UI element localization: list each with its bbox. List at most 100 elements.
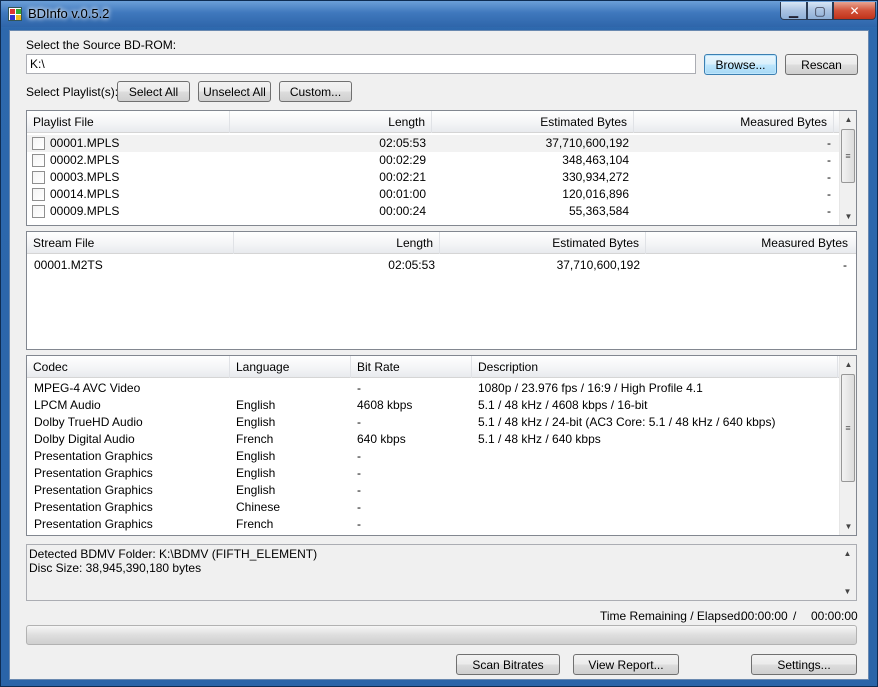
column-header-estimated-bytes[interactable]: Estimated Bytes [432,111,634,133]
playlist-row[interactable]: 00001.MPLS 02:05:53 37,710,600,192 - [27,135,840,152]
playlists-label: Select Playlist(s): [26,85,119,99]
main-form: Select the Source BD-ROM: K:\ Browse... … [9,30,869,680]
playlist-file: 00002.MPLS [50,153,120,167]
codec-row[interactable]: Presentation Graphics English - [27,482,840,499]
stream-list[interactable]: Stream File Length Estimated Bytes Measu… [26,231,857,350]
codec-bitrate: - [357,517,361,531]
scroll-down-arrow-icon[interactable]: ▼ [839,583,856,600]
stream-length: 02:05:53 [388,258,435,272]
scroll-up-arrow-icon[interactable]: ▲ [840,111,856,128]
rescan-button[interactable]: Rescan [785,54,858,75]
codec-language: Chinese [236,500,281,514]
playlist-length: 00:02:29 [379,153,426,167]
codec-row[interactable]: Presentation Graphics English - [27,465,840,482]
window-title: BDInfo v.0.5.2 [28,6,110,21]
playlist-length: 00:01:00 [379,187,426,201]
codec-scrollbar[interactable]: ▲ ≡ ▼ [839,356,856,535]
column-header-language[interactable]: Language [230,356,351,378]
column-header-playlist-file[interactable]: Playlist File [27,111,230,133]
stream-estimated: 37,710,600,192 [556,258,640,272]
playlist-measured: - [827,136,831,150]
title-bar[interactable]: BDInfo v.0.5.2 ▁ ▢ ✕ [1,1,877,27]
codec-row[interactable]: Presentation Graphics English - [27,448,840,465]
disc-size-text: Disc Size: 38,945,390,180 bytes [29,561,202,575]
codec-description: 5.1 / 48 kHz / 4608 kbps / 16-bit [478,398,648,412]
column-header-bit-rate[interactable]: Bit Rate [351,356,472,378]
settings-button[interactable]: Settings... [751,654,857,675]
column-header-description[interactable]: Description [472,356,838,378]
playlist-scrollbar[interactable]: ▲ ≡ ▼ [839,111,856,225]
stream-row[interactable]: 00001.M2TS 02:05:53 37,710,600,192 - [27,257,856,274]
scroll-up-arrow-icon[interactable]: ▲ [840,356,856,373]
view-report-button[interactable]: View Report... [573,654,679,675]
scroll-thumb[interactable]: ≡ [841,374,855,482]
source-label: Select the Source BD-ROM: [26,38,177,52]
codec-name: Presentation Graphics [34,449,153,463]
codec-list[interactable]: Codec Language Bit Rate Description MPEG… [26,355,857,536]
codec-row[interactable]: LPCM Audio English 4608 kbps 5.1 / 48 kH… [27,397,840,414]
playlist-file: 00003.MPLS [50,170,120,184]
minimize-button[interactable]: ▁ [780,2,807,20]
column-header-estimated-bytes[interactable]: Estimated Bytes [440,232,646,254]
scroll-down-arrow-icon[interactable]: ▼ [840,518,856,535]
playlist-row[interactable]: 00014.MPLS 00:01:00 120,016,896 - [27,186,840,203]
scroll-up-arrow-icon[interactable]: ▲ [839,545,856,562]
codec-language: French [236,432,274,446]
playlist-list[interactable]: Playlist File Length Estimated Bytes Mea… [26,110,857,226]
codec-row[interactable]: Presentation Graphics French - [27,516,840,533]
codec-bitrate: - [357,381,361,395]
column-header-measured-bytes[interactable]: Measured Bytes [646,232,854,254]
maximize-button[interactable]: ▢ [807,2,833,20]
codec-name: Presentation Graphics [34,466,153,480]
playlist-checkbox[interactable] [32,171,45,184]
scroll-down-arrow-icon[interactable]: ▼ [840,208,856,225]
column-header-codec[interactable]: Codec [27,356,230,378]
playlist-estimated: 348,463,104 [562,153,629,167]
codec-row[interactable]: Presentation Graphics Chinese - [27,499,840,516]
codec-row[interactable]: MPEG-4 AVC Video - 1080p / 23.976 fps / … [27,380,840,397]
time-elapsed: 00:00:00 [811,609,858,623]
unselect-all-button[interactable]: Unselect All [198,81,271,102]
info-textbox[interactable]: Detected BDMV Folder: K:\BDMV (FIFTH_ELE… [26,544,857,601]
playlist-measured: - [827,153,831,167]
playlist-checkbox[interactable] [32,188,45,201]
playlist-measured: - [827,187,831,201]
codec-description: 1080p / 23.976 fps / 16:9 / High Profile… [478,381,703,395]
codec-name: Dolby Digital Audio [34,432,135,446]
playlist-file: 00009.MPLS [50,204,120,218]
column-header-length[interactable]: Length [230,111,432,133]
playlist-estimated: 120,016,896 [562,187,629,201]
codec-language: English [236,483,276,497]
playlist-row[interactable]: 00003.MPLS 00:02:21 330,934,272 - [27,169,840,186]
codec-row[interactable]: Dolby Digital Audio French 640 kbps 5.1 … [27,431,840,448]
select-all-button[interactable]: Select All [117,81,190,102]
column-header-length[interactable]: Length [234,232,440,254]
time-label: Time Remaining / Elapsed: [600,609,744,623]
bdinfo-window: BDInfo v.0.5.2 ▁ ▢ ✕ Select the Source B… [0,0,878,687]
playlist-estimated: 37,710,600,192 [545,136,629,150]
close-button[interactable]: ✕ [833,2,876,20]
codec-language: English [236,415,276,429]
codec-row[interactable]: Dolby TrueHD Audio English - 5.1 / 48 kH… [27,414,840,431]
browse-button[interactable]: Browse... [704,54,777,75]
codec-language: English [236,398,276,412]
playlist-row[interactable]: 00009.MPLS 00:00:24 55,363,584 - [27,203,840,220]
codec-description: 5.1 / 48 kHz / 24-bit (AC3 Core: 5.1 / 4… [478,415,776,429]
playlist-length: 00:00:24 [379,204,426,218]
codec-language: English [236,449,276,463]
playlist-checkbox[interactable] [32,154,45,167]
playlist-row[interactable]: 00002.MPLS 00:02:29 348,463,104 - [27,152,840,169]
playlist-checkbox[interactable] [32,137,45,150]
scan-progress-bar [26,625,857,645]
codec-header: Codec Language Bit Rate Description [27,356,840,378]
info-scrollbar[interactable]: ▲ ▼ [839,545,856,600]
column-header-stream-file[interactable]: Stream File [27,232,234,254]
stream-measured: - [843,258,847,272]
playlist-file: 00001.MPLS [50,136,120,150]
source-path-input[interactable]: K:\ [26,54,696,74]
custom-button[interactable]: Custom... [279,81,352,102]
column-header-measured-bytes[interactable]: Measured Bytes [634,111,834,133]
scan-bitrates-button[interactable]: Scan Bitrates [456,654,560,675]
scroll-thumb[interactable]: ≡ [841,129,855,183]
playlist-checkbox[interactable] [32,205,45,218]
